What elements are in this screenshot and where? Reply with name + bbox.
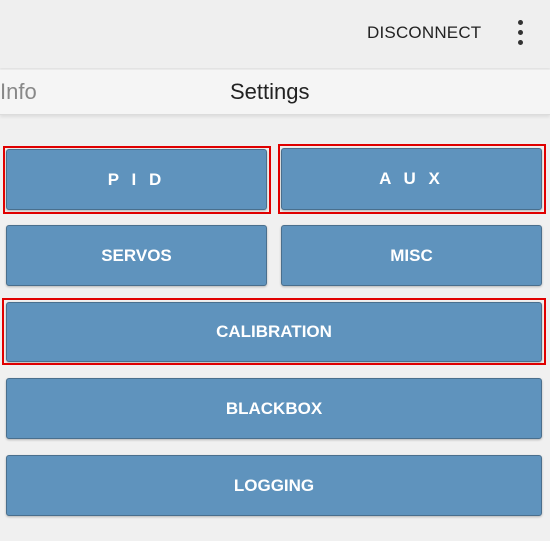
top-app-bar: DISCONNECT xyxy=(0,0,550,68)
pid-button[interactable]: P I D xyxy=(6,149,267,210)
more-vert-icon[interactable] xyxy=(509,18,531,48)
aux-button[interactable]: A U X xyxy=(281,148,542,210)
blackbox-button[interactable]: BLACKBOX xyxy=(6,378,542,439)
disconnect-button[interactable]: DISCONNECT xyxy=(355,22,493,44)
calibration-button[interactable]: CALIBRATION xyxy=(6,302,542,362)
kebab-dot xyxy=(518,20,523,25)
tab-settings[interactable]: Settings xyxy=(230,79,310,105)
tab-info[interactable]: Info xyxy=(0,79,37,105)
misc-button[interactable]: MISC xyxy=(281,225,542,286)
servos-button[interactable]: SERVOS xyxy=(6,225,267,286)
kebab-dot xyxy=(518,30,523,35)
tab-bar: Info Settings xyxy=(0,70,550,115)
kebab-dot xyxy=(518,40,523,45)
logging-button[interactable]: LOGGING xyxy=(6,455,542,516)
